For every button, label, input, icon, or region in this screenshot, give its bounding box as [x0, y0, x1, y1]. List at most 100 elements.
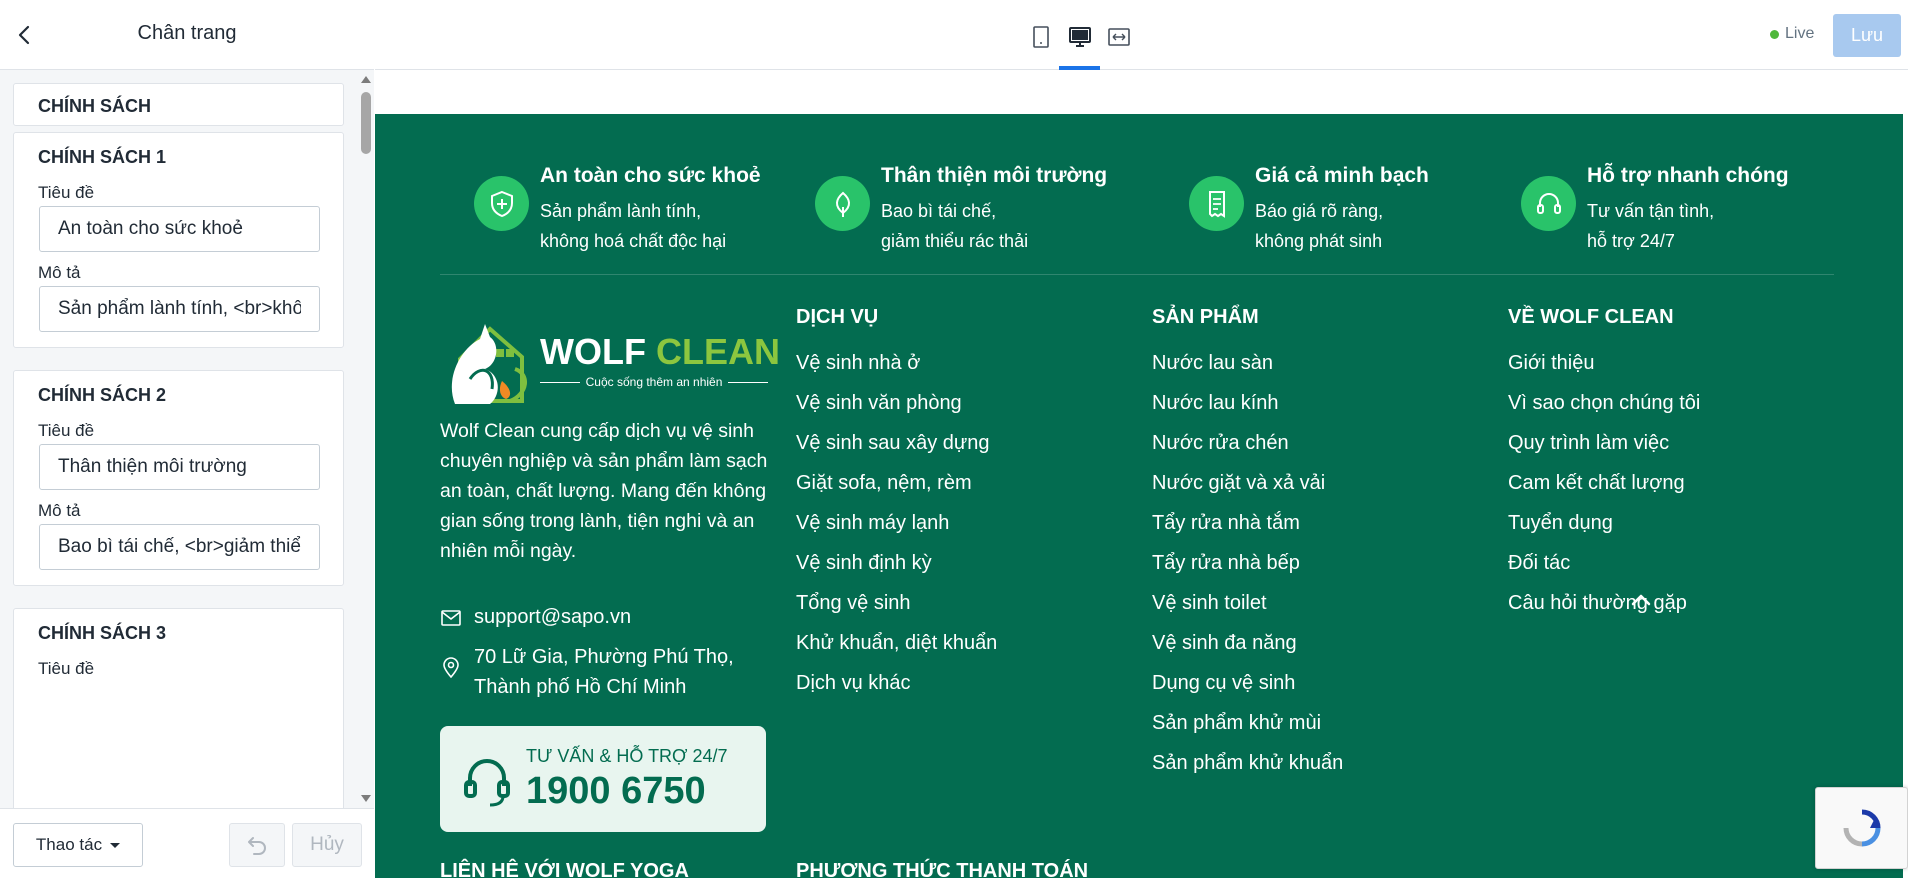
- footer-link[interactable]: Giặt sofa, nệm, rèm: [796, 463, 997, 503]
- title-field-label: Tiêu đề: [38, 659, 95, 678]
- footer-link[interactable]: Tuyển dụng: [1508, 503, 1700, 543]
- policy-desc-line: không hoá chất độc hại: [540, 231, 727, 251]
- footer-link[interactable]: Vệ sinh văn phòng: [796, 383, 997, 423]
- email-text: support@sapo.vn: [474, 606, 632, 628]
- policy-desc-line: Sản phẩm lành tính,: [540, 201, 702, 221]
- headset-icon: [464, 759, 510, 807]
- slogan-text: Cuộc sống thêm an nhiên: [585, 375, 723, 389]
- footer-link[interactable]: Vệ sinh định kỳ: [796, 543, 997, 583]
- footer-column-products: SẢN PHẨM Nước lau sàn Nước lau kính Nước r…: [1152, 306, 1343, 783]
- column-links: Giới thiệu Vì sao chọn chúng tôi Quy trình…: [1508, 343, 1700, 623]
- policy-desc: Tư vấn tận tình, hỗ trợ 24/7: [1587, 196, 1714, 256]
- footer-link[interactable]: Sản phẩm khử khuẩn: [1152, 743, 1343, 783]
- payment-heading: PHƯƠNG THỨC THANH TOÁN: [796, 860, 1089, 878]
- section-label: CHÍNH SÁCH: [38, 96, 152, 116]
- policy-title: An toàn cho sức khoẻ: [540, 164, 761, 187]
- footer-link[interactable]: Sản phẩm khử mùi: [1152, 703, 1343, 743]
- address-line: 70 Lữ Gia, Phường Phú Thọ,: [474, 646, 734, 668]
- section-header-card[interactable]: CHÍNH SÁCH: [13, 83, 344, 126]
- mail-icon: [441, 610, 461, 626]
- footer-link[interactable]: Đối tác: [1508, 543, 1700, 583]
- policy-2-desc-input[interactable]: [39, 524, 320, 570]
- footer-link[interactable]: Nước lau sàn: [1152, 343, 1343, 383]
- footer-link[interactable]: Cam kết chất lượng: [1508, 463, 1700, 503]
- policy-desc-line: Báo giá rõ ràng,: [1255, 201, 1384, 221]
- brand-slogan: Cuộc sống thêm an nhiên: [540, 375, 769, 389]
- footer-link[interactable]: Tổng vệ sinh: [796, 583, 997, 623]
- footer-link[interactable]: Dịch vụ khác: [796, 663, 997, 703]
- title-field-label: Tiêu đề: [38, 183, 95, 202]
- footer-link[interactable]: Câu hỏi thường gặp: [1508, 583, 1700, 623]
- policy-desc-line: Tư vấn tận tình,: [1587, 201, 1715, 221]
- footer-link[interactable]: Nước rửa chén: [1152, 423, 1343, 463]
- footer-link[interactable]: Nước giặt và xả vải: [1152, 463, 1343, 503]
- back-to-top-button[interactable]: [1625, 584, 1657, 616]
- cancel-button[interactable]: Hủy: [292, 823, 362, 867]
- footer-link[interactable]: Dụng cụ vệ sinh: [1152, 663, 1343, 703]
- policy-desc-line: Bao bì tái chế,: [881, 201, 997, 221]
- footer-link[interactable]: Vì sao chọn chúng tôi: [1508, 383, 1700, 423]
- live-dot-icon: [1770, 29, 1779, 39]
- column-title: VỀ WOLF CLEAN: [1508, 306, 1674, 328]
- live-label: Live: [1785, 25, 1815, 42]
- active-device-indicator: [1059, 66, 1100, 70]
- policy-2-title-input[interactable]: [39, 444, 320, 490]
- policy-heading: CHÍNH SÁCH 1: [38, 147, 167, 167]
- footer-link[interactable]: Tẩy rửa nhà bếp: [1152, 543, 1343, 583]
- panel-title: Chân trang: [137, 22, 237, 44]
- brand-logo[interactable]: WOLF CLEAN Cuộc sống thêm an nhiên: [440, 309, 780, 419]
- column-title: DỊCH VỤ: [796, 306, 879, 328]
- policy-1-title-input[interactable]: [39, 206, 320, 252]
- panel-scrollbar[interactable]: [358, 70, 374, 808]
- scroll-thumb[interactable]: [361, 92, 371, 154]
- footer-link[interactable]: Vệ sinh đa năng: [1152, 623, 1343, 663]
- policy-heading: CHÍNH SÁCH 3: [38, 623, 167, 643]
- panel-footer: Thao tác Hủy: [0, 808, 374, 878]
- address-text: 70 Lữ Gia, Phường Phú Thọ, Thành phố Hồ C…: [474, 642, 734, 702]
- caret-down-icon: [110, 842, 121, 848]
- desktop-icon[interactable]: [1065, 22, 1095, 52]
- hotline-label: TƯ VẤN & HỖ TRỢ 24/7: [526, 746, 728, 766]
- scroll-up-icon[interactable]: [361, 76, 371, 83]
- fullwidth-icon[interactable]: [1104, 22, 1134, 52]
- undo-button[interactable]: [229, 823, 285, 867]
- footer-link[interactable]: Giới thiệu: [1508, 343, 1700, 383]
- location-pin-icon: [443, 657, 459, 678]
- panel-scroll-area[interactable]: CHÍNH SÁCH CHÍNH SÁCH 1 Tiêu đề Mô tả CH…: [0, 70, 358, 808]
- policy-desc: Sản phẩm lành tính, không hoá chất độc hạ…: [540, 196, 726, 256]
- policy-1-desc-input[interactable]: [39, 286, 320, 332]
- undo-icon: [248, 837, 266, 855]
- title-field-label: Tiêu đề: [38, 421, 95, 440]
- footer-link[interactable]: Vệ sinh nhà ở: [796, 343, 997, 383]
- footer-link[interactable]: Tẩy rửa nhà tắm: [1152, 503, 1343, 543]
- footer-link[interactable]: Nước lau kính: [1152, 383, 1343, 423]
- slogan-rule: [728, 381, 769, 383]
- save-button[interactable]: Lưu: [1833, 14, 1901, 57]
- policy-card-2: CHÍNH SÁCH 2 Tiêu đề Mô tả: [13, 370, 344, 586]
- desc-field-label: Mô tả: [38, 501, 81, 520]
- hotline-box[interactable]: TƯ VẤN & HỖ TRỢ 24/7 1900 6750: [440, 726, 766, 832]
- store-preview[interactable]: An toàn cho sức khoẻ Sản phẩm lành tính,…: [375, 71, 1908, 878]
- scroll-down-icon[interactable]: [361, 795, 371, 802]
- desc-field-label: Mô tả: [38, 263, 81, 282]
- policy-desc: Báo giá rõ ràng, không phát sinh: [1255, 196, 1383, 256]
- headset-icon: [1521, 176, 1576, 231]
- footer-link[interactable]: Vệ sinh máy lạnh: [796, 503, 997, 543]
- footer-link[interactable]: Vệ sinh toilet: [1152, 583, 1343, 623]
- policy-desc-line: không phát sinh: [1255, 231, 1383, 251]
- policy-desc-line: hỗ trợ 24/7: [1587, 231, 1675, 251]
- theme-editor: Chân trang CHÍNH SÁCH CHÍNH SÁCH 1 Tiêu …: [0, 0, 1908, 878]
- slogan-rule: [540, 381, 580, 383]
- policy-card-3: CHÍNH SÁCH 3 Tiêu đề: [13, 608, 344, 808]
- preview-toolbar: Live Lưu: [375, 0, 1908, 70]
- recaptcha-badge[interactable]: [1815, 787, 1908, 869]
- footer-link[interactable]: Quy trình làm việc: [1508, 423, 1700, 463]
- mobile-icon[interactable]: [1026, 22, 1056, 52]
- footer-link[interactable]: Vệ sinh sau xây dựng: [796, 423, 997, 463]
- actions-label: Thao tác: [35, 835, 103, 854]
- footer-link[interactable]: Khử khuẩn, diệt khuẩn: [796, 623, 997, 663]
- policy-desc-line: giảm thiểu rác thải: [881, 231, 1029, 251]
- live-status: Live: [1770, 25, 1814, 43]
- actions-dropdown-button[interactable]: Thao tác: [13, 823, 143, 867]
- brand-name-part: WOLF: [540, 331, 646, 372]
